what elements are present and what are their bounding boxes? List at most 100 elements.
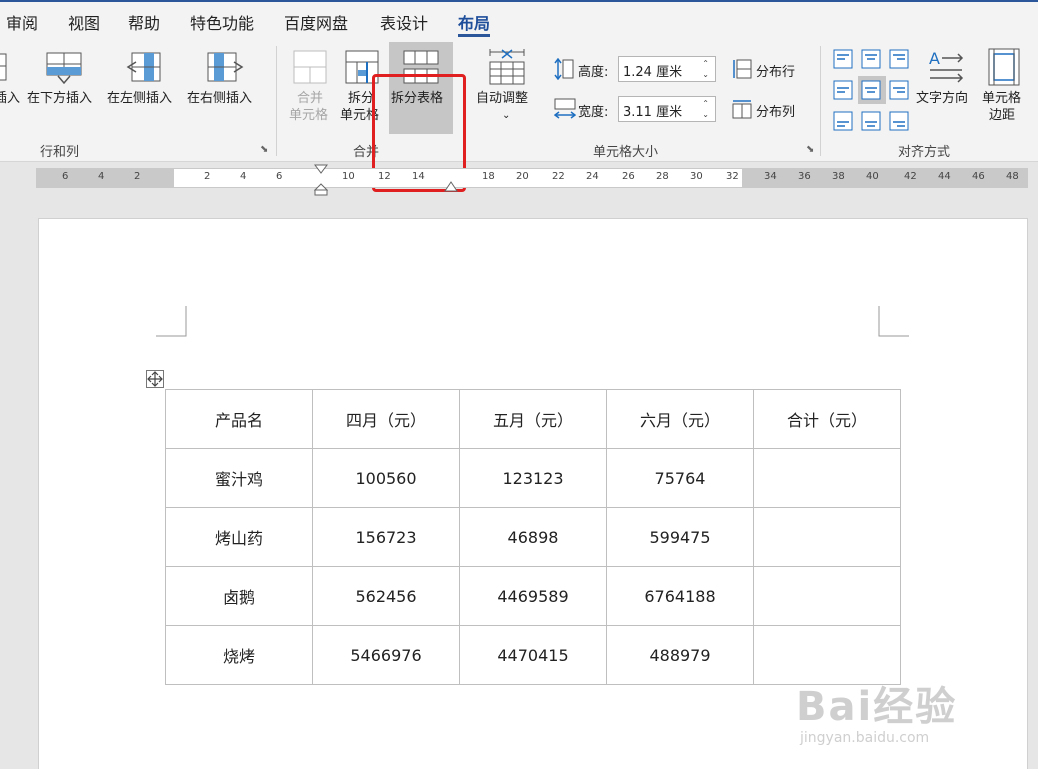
cell-size-launcher-icon[interactable]: ⬊ — [806, 144, 814, 155]
insert-below-icon — [46, 52, 82, 88]
tab-baidu-netdisk[interactable]: 百度网盘 — [284, 10, 348, 34]
table-cell[interactable] — [753, 507, 901, 567]
watermark-brand: Bai经验 — [796, 684, 958, 730]
distribute-columns-button[interactable]: 分布列 — [756, 101, 795, 120]
ruler-tick: 14 — [412, 171, 425, 182]
spin-up-icon[interactable]: ⌃ — [702, 100, 709, 108]
table-cell[interactable]: 5466976 — [312, 625, 460, 685]
alignment-grid-icon — [832, 48, 912, 138]
cell-margins-button-line2[interactable]: 边距 — [989, 107, 1015, 124]
table-cell[interactable]: 合计（元） — [753, 389, 901, 449]
insert-left-button[interactable]: 在左侧插入 — [107, 90, 172, 107]
ruler-tick: 44 — [938, 171, 951, 182]
ruler-tick: 30 — [690, 171, 703, 182]
merge-cells-button-line2[interactable]: 单元格 — [289, 107, 328, 124]
ruler-tick: 6 — [276, 171, 283, 182]
table-cell[interactable]: 6764188 — [606, 566, 754, 626]
distribute-columns-icon — [732, 99, 752, 123]
insert-above-icon — [0, 52, 8, 86]
indent-marker-icon[interactable] — [313, 164, 329, 200]
table-cell[interactable]: 卤鹅 — [165, 566, 313, 626]
spin-down-icon[interactable]: ⌄ — [702, 111, 709, 119]
width-label: 宽度: — [578, 105, 609, 120]
table-cell[interactable]: 488979 — [606, 625, 754, 685]
right-indent-marker-icon[interactable] — [444, 178, 458, 197]
insert-right-icon — [206, 52, 244, 86]
tab-features[interactable]: 特色功能 — [190, 10, 254, 34]
rows-cols-launcher-icon[interactable]: ⬊ — [260, 144, 268, 155]
title-accent-line — [0, 0, 1038, 2]
table-cell[interactable]: 产品名 — [165, 389, 313, 449]
table-cell[interactable] — [753, 566, 901, 626]
table-cell[interactable]: 4470415 — [459, 625, 607, 685]
table-cell[interactable] — [753, 448, 901, 508]
text-direction-icon: A — [928, 48, 964, 88]
merge-cells-button-line1[interactable]: 合并 — [297, 90, 323, 107]
horizontal-ruler[interactable]: 6 4 2 2 4 6 10 12 14 18 20 22 24 26 28 3… — [36, 168, 1028, 188]
split-cells-button-line1[interactable]: 拆分 — [348, 90, 374, 107]
ruler-tick: 2 — [204, 171, 211, 182]
insert-below-button[interactable]: 在下方插入 — [27, 90, 92, 107]
autofit-button[interactable]: 自动调整 — [476, 90, 528, 107]
table-cell[interactable]: 五月（元） — [459, 389, 607, 449]
margin-corner-top-left — [156, 306, 188, 342]
table-cell[interactable]: 烤山药 — [165, 507, 313, 567]
spin-down-icon[interactable]: ⌄ — [702, 71, 709, 79]
ruler-tick: 2 — [134, 171, 141, 182]
distribute-rows-button[interactable]: 分布行 — [756, 61, 795, 80]
table-cell[interactable]: 562456 — [312, 566, 460, 626]
table-cell[interactable]: 蜜汁鸡 — [165, 448, 313, 508]
document-table[interactable]: 产品名 四月（元） 五月（元） 六月（元） 合计（元） 蜜汁鸡 100560 1… — [165, 389, 901, 685]
autofit-icon — [488, 48, 526, 90]
tab-review[interactable]: 审阅 — [6, 10, 38, 34]
table-cell[interactable]: 156723 — [312, 507, 460, 567]
table-row: 蜜汁鸡 100560 123123 75764 — [165, 448, 901, 508]
height-label: 高度: — [578, 65, 609, 80]
ribbon: 插入 在下方插入 在左侧插入 在右侧插入 行和列 ⬊ 合并 单元格 拆分 单元格… — [0, 40, 1038, 192]
height-spinner[interactable]: 1.24 厘米 ⌃ ⌄ — [618, 56, 716, 82]
table-cell[interactable]: 100560 — [312, 448, 460, 508]
ruler-tick: 4 — [240, 171, 247, 182]
ruler-tick: 4 — [98, 171, 105, 182]
width-spinner[interactable]: 3.11 厘米 ⌃ ⌄ — [618, 96, 716, 122]
text-direction-button[interactable]: 文字方向 — [916, 90, 968, 107]
tab-help[interactable]: 帮助 — [128, 10, 160, 34]
ruler-tick: 24 — [586, 171, 599, 182]
ribbon-tab-bar: 审阅 视图 帮助 特色功能 百度网盘 表设计 布局 — [0, 0, 1038, 40]
group-label-alignment: 对齐方式 — [898, 145, 951, 160]
ruler-tick: 26 — [622, 171, 635, 182]
table-cell[interactable]: 123123 — [459, 448, 607, 508]
group-label-rows-cols: 行和列 — [40, 145, 80, 160]
merge-cells-icon — [293, 50, 327, 88]
tab-layout[interactable]: 布局 — [458, 10, 491, 37]
table-cell[interactable]: 六月（元） — [606, 389, 754, 449]
group-separator — [276, 46, 277, 156]
insert-right-button[interactable]: 在右侧插入 — [187, 90, 252, 107]
height-value: 1.24 厘米 — [623, 65, 683, 80]
ruler-tick: 46 — [972, 171, 985, 182]
table-cell[interactable]: 75764 — [606, 448, 754, 508]
table-cell[interactable]: 四月（元） — [312, 389, 460, 449]
ruler-tick: 22 — [552, 171, 565, 182]
ruler-tick: 42 — [904, 171, 917, 182]
tab-view[interactable]: 视图 — [68, 10, 100, 34]
row-height-icon — [554, 57, 574, 84]
insert-above-button[interactable]: 插入 — [0, 90, 20, 107]
ruler-tick: 48 — [1006, 171, 1019, 182]
table-row: 烤山药 156723 46898 599475 — [165, 507, 901, 567]
table-move-handle-icon[interactable] — [146, 370, 164, 388]
table-cell[interactable]: 46898 — [459, 507, 607, 567]
distribute-rows-icon — [732, 59, 752, 83]
ruler-tick: 12 — [378, 171, 391, 182]
cell-margins-button-line1[interactable]: 单元格 — [982, 90, 1021, 107]
table-cell[interactable]: 599475 — [606, 507, 754, 567]
ruler-tick: 32 — [726, 171, 739, 182]
table-row: 产品名 四月（元） 五月（元） 六月（元） 合计（元） — [165, 389, 901, 449]
autofit-chevron-down-icon[interactable]: ⌄ — [502, 107, 510, 124]
table-cell[interactable]: 烧烤 — [165, 625, 313, 685]
table-cell[interactable]: 4469589 — [459, 566, 607, 626]
svg-text:A: A — [929, 49, 940, 68]
tab-table-design[interactable]: 表设计 — [380, 10, 428, 34]
spin-up-icon[interactable]: ⌃ — [702, 60, 709, 68]
ruler-tick: 10 — [342, 171, 355, 182]
